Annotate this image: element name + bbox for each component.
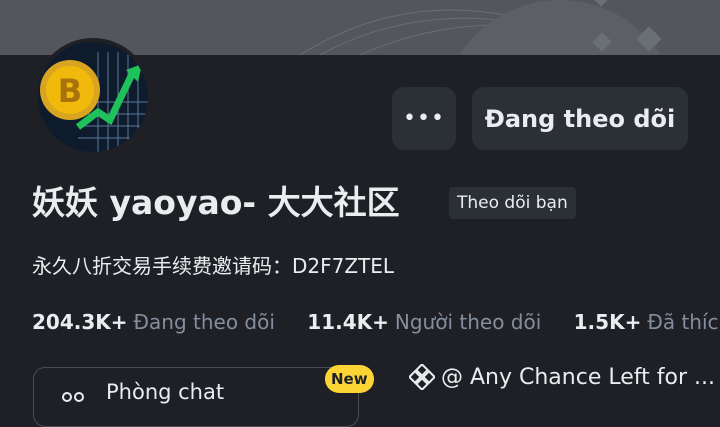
svg-text:B: B — [58, 72, 82, 110]
following-button[interactable]: Đang theo dõi — [472, 87, 688, 150]
binance-diamond-icon — [409, 364, 435, 390]
chat-room-card[interactable]: Phòng chat — [33, 367, 359, 427]
profile-stats: 204.3K+ Đang theo dõi 11.4K+ Người theo dõ… — [32, 310, 720, 334]
profile-avatar[interactable]: B — [34, 38, 152, 156]
stat-following-label: Đang theo dõi — [133, 310, 275, 334]
stat-following[interactable]: 204.3K+ Đang theo dõi — [32, 310, 275, 334]
stat-likes-value: 1.5K+ — [573, 310, 642, 334]
more-options-button[interactable]: ••• — [392, 87, 456, 150]
profile-bio: 永久八折交易手续费邀请码：D2F7ZTEL — [32, 254, 395, 278]
follows-you-badge: Theo dõi bạn — [449, 187, 576, 219]
stat-likes-label: Đã thích — [647, 310, 720, 334]
stat-followers-value: 11.4K+ — [307, 310, 389, 334]
profile-name: 妖妖 yaoyao- 大大社区 — [32, 183, 400, 222]
stat-following-value: 204.3K+ — [32, 310, 128, 334]
stat-likes[interactable]: 1.5K+Đã thích — [574, 310, 720, 334]
topic-tag-text: @ Any Chance Left for ... — [441, 364, 715, 390]
more-dots-icon: ••• — [403, 106, 445, 131]
chat-room-label: Phòng chat — [106, 380, 225, 404]
stat-followers-label: Người theo dõi — [394, 310, 542, 334]
following-button-label: Đang theo dõi — [484, 104, 676, 133]
new-badge: New — [325, 365, 374, 393]
chat-people-icon — [62, 392, 84, 402]
stat-followers[interactable]: 11.4K+ Người theo dõi — [307, 310, 541, 334]
topic-tag-link[interactable]: @ Any Chance Left for ... — [409, 364, 715, 390]
